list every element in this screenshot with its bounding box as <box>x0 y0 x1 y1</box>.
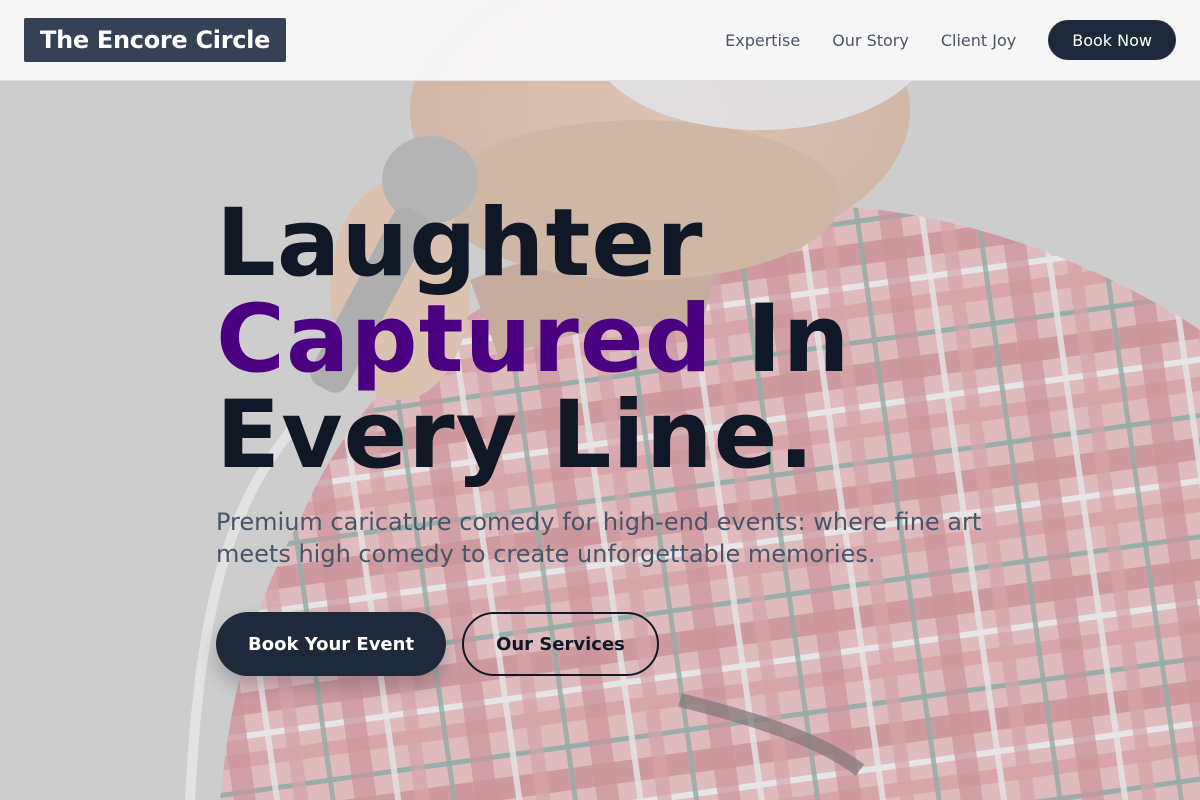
hero-actions: Book Your Event Our Services <box>216 612 1036 676</box>
nav-link-expertise[interactable]: Expertise <box>725 31 800 50</box>
brand-logo[interactable]: The Encore Circle <box>24 18 287 62</box>
book-now-button[interactable]: Book Now <box>1048 20 1176 60</box>
hero-subtitle: Premium caricature comedy for high-end e… <box>216 508 982 568</box>
main-nav: Expertise Our Story Client Joy Book Now <box>725 20 1176 60</box>
top-navbar: The Encore Circle Expertise Our Story Cl… <box>0 0 1200 81</box>
hero-title-line1: Laughter <box>216 189 704 298</box>
hero-title-line2-rest: In <box>712 285 851 394</box>
nav-link-our-story[interactable]: Our Story <box>832 31 909 50</box>
hero-title: Laughter Captured In Every Line. <box>216 196 1036 484</box>
hero-section: Laughter Captured In Every Line. Premium… <box>216 196 1036 676</box>
nav-link-client-joy[interactable]: Client Joy <box>941 31 1016 50</box>
hero-title-accent: Captured <box>216 285 713 394</box>
book-your-event-button[interactable]: Book Your Event <box>216 612 447 676</box>
our-services-button[interactable]: Our Services <box>462 612 659 676</box>
hero-title-line3: Every Line. <box>216 381 816 490</box>
